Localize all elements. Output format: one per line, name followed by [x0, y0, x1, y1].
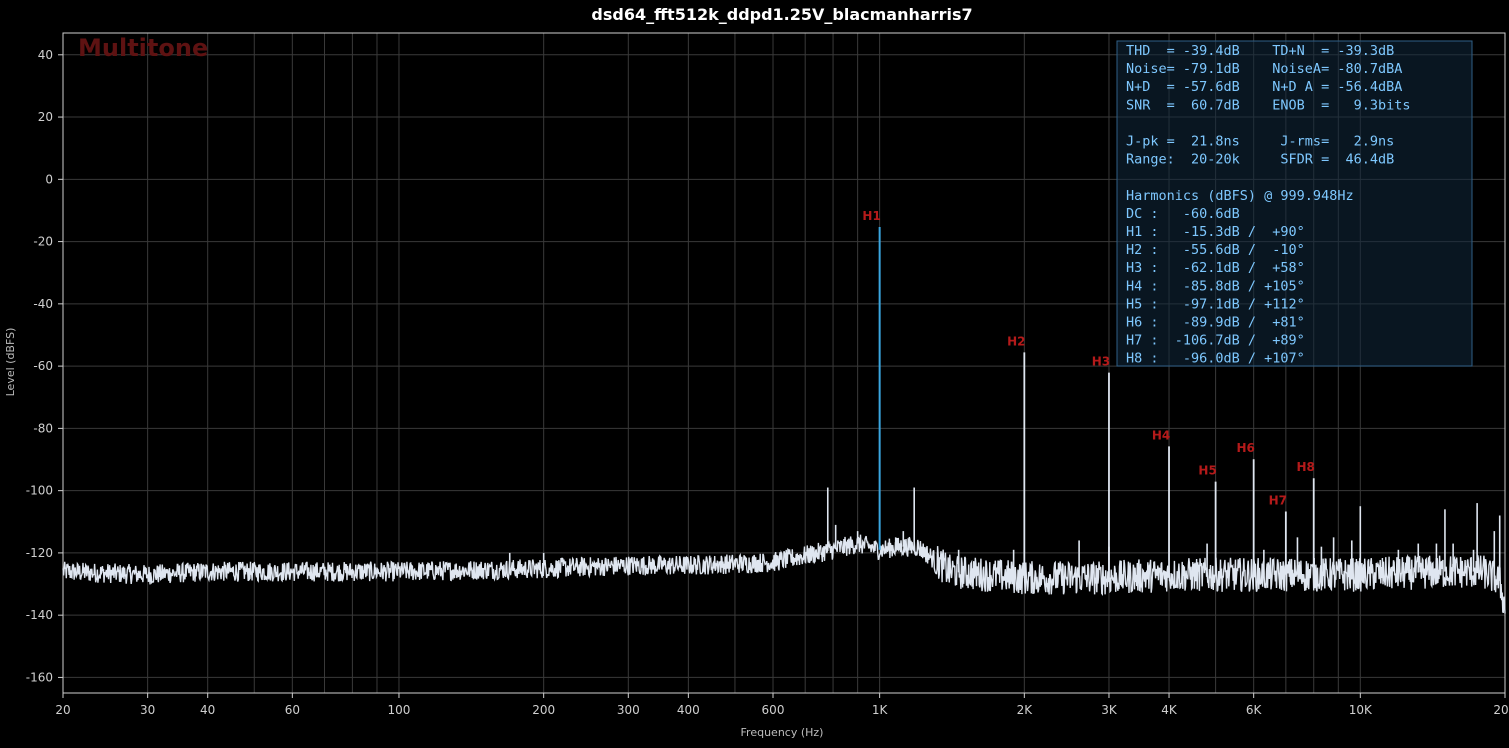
x-tick-label: 400	[677, 703, 700, 717]
y-tick-label: 40	[38, 48, 53, 62]
y-tick-label: -20	[33, 235, 53, 249]
stats-line: H5 : -97.1dB / +112°	[1126, 296, 1305, 312]
x-axis-label: Frequency (Hz)	[741, 726, 824, 739]
y-tick-label: -80	[33, 421, 53, 435]
stats-line: H6 : -89.9dB / +81°	[1126, 315, 1305, 331]
chart-title: dsd64_fft512k_ddpd1.25V_blacmanharris7	[591, 5, 972, 24]
y-tick-label: -120	[26, 546, 53, 560]
harmonic-label-h8: H8	[1297, 460, 1315, 474]
x-tick-label: 300	[617, 703, 640, 717]
harmonic-label-h2: H2	[1007, 334, 1025, 348]
x-tick-label: 100	[388, 703, 411, 717]
y-tick-label: -160	[26, 670, 53, 684]
stats-line: Range: 20-20k SFDR = 46.4dB	[1126, 152, 1394, 168]
x-tick-label: 40	[200, 703, 215, 717]
x-tick-label: 4K	[1161, 703, 1178, 717]
y-tick-label: 0	[45, 172, 53, 186]
harmonic-label-h7: H7	[1269, 494, 1287, 508]
stats-line: H8 : -96.0dB / +107°	[1126, 351, 1305, 367]
stats-line: Harmonics (dBFS) @ 999.948Hz	[1126, 188, 1354, 204]
stats-line: N+D = -57.6dB N+D A = -56.4dBA	[1126, 79, 1402, 95]
y-tick-label: -100	[26, 484, 53, 498]
stats-line: H4 : -85.8dB / +105°	[1126, 278, 1305, 294]
harmonic-label-h4: H4	[1152, 428, 1170, 442]
harmonic-label-h1: H1	[862, 209, 880, 223]
x-tick-label: 60	[285, 703, 300, 717]
y-tick-label: -140	[26, 608, 53, 622]
stats-line: THD = -39.4dB TD+N = -39.3dB	[1126, 43, 1394, 59]
harmonic-label-h5: H5	[1198, 464, 1216, 478]
x-tick-label: 3K	[1101, 703, 1118, 717]
y-tick-label: -40	[33, 297, 53, 311]
watermark: Multitone	[78, 34, 208, 62]
x-tick-label: 600	[762, 703, 785, 717]
stats-line: J-pk = 21.8ns J-rms= 2.9ns	[1126, 134, 1394, 150]
y-tick-label: 20	[38, 110, 53, 124]
harmonic-label-h3: H3	[1092, 355, 1110, 369]
stats-line: H7 : -106.7dB / +89°	[1126, 333, 1305, 349]
stats-line: SNR = 60.7dB ENOB = 9.3bits	[1126, 97, 1410, 113]
fft-chart: dsd64_fft512k_ddpd1.25V_blacmanharris7 M…	[0, 0, 1509, 748]
x-tick-label: 30	[140, 703, 155, 717]
x-tick-label: 1K	[872, 703, 889, 717]
x-tick-label: 10K	[1349, 703, 1373, 717]
stats-line: DC : -60.6dB	[1126, 206, 1240, 222]
stats-line: H1 : -15.3dB / +90°	[1126, 224, 1305, 240]
harmonic-label-h6: H6	[1236, 441, 1254, 455]
x-tick-label: 2K	[1017, 703, 1034, 717]
x-tick-label: 20	[55, 703, 70, 717]
x-tick-label: 6K	[1246, 703, 1263, 717]
stats-line: H2 : -55.6dB / -10°	[1126, 242, 1305, 258]
x-tick-label: 20K	[1493, 703, 1509, 717]
y-tick-label: -60	[33, 359, 53, 373]
x-tick-label: 200	[532, 703, 555, 717]
stats-line: Noise= -79.1dB NoiseA= -80.7dBA	[1126, 61, 1402, 77]
y-axis-label: Level (dBFS)	[4, 328, 17, 397]
stats-line: H3 : -62.1dB / +58°	[1126, 260, 1305, 276]
